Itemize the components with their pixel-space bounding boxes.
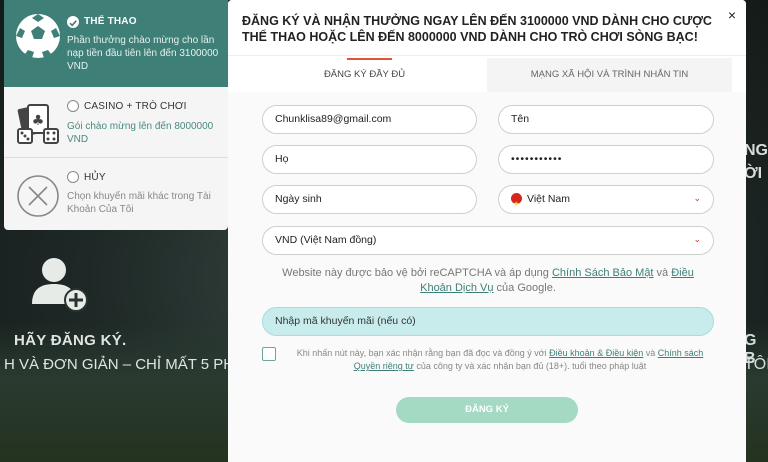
date-of-birth-field[interactable]: Ngày sinh (262, 185, 477, 214)
recaptcha-text: của Google. (493, 282, 556, 294)
promo-description: Chọn khuyến mãi khác trong Tài Khoản Của… (67, 191, 211, 215)
promo-option-casino[interactable]: ♣ CASINO + TRÒ CHƠI Gói chào mừng lên đế… (4, 87, 228, 158)
cancel-icon (17, 175, 59, 217)
terms-text: Khi nhấn nút này, bạn xác nhận rằng bạn … (296, 348, 550, 358)
close-icon[interactable]: × (725, 8, 739, 22)
promo-title: CASINO + TRÒ CHƠI (84, 101, 187, 112)
password-field[interactable]: ••••••••••• (498, 145, 714, 174)
promo-panel: THỂ THAO Phần thưởng chào mừng cho lần n… (4, 0, 228, 230)
tab-label: ĐĂNG KÝ ĐẦY ĐỦ (323, 69, 406, 80)
promo-radio[interactable] (67, 171, 79, 183)
promo-description: Gói chào mừng lên đến 8000000 VND (67, 121, 214, 145)
terms-text: và (643, 348, 658, 358)
last-name-field[interactable]: Họ (262, 145, 477, 174)
registration-tabs: ĐĂNG KÝ ĐẦY ĐỦ MẠNG XÃ HỘI VÀ TRÌNH NHẮN… (242, 58, 732, 92)
active-tab-indicator (347, 58, 392, 60)
registration-form: Chunklisa89@gmail.com Tên Họ •••••••••••… (228, 92, 746, 462)
currency-value: VND (Việt Nam đồng) (275, 234, 377, 246)
country-select[interactable]: Việt Nam ⌄ (498, 185, 714, 218)
promo-title: THỂ THAO (84, 16, 137, 27)
recaptcha-text: và (653, 267, 672, 279)
background-subtitle: H VÀ ĐƠN GIẢN – CHỈ MẤT 5 PHÚT (4, 356, 255, 373)
email-field[interactable]: Chunklisa89@gmail.com (262, 105, 477, 134)
modal-title: ĐĂNG KÝ VÀ NHẬN THƯỞNG NGAY LÊN ĐẾN 3100… (242, 14, 712, 44)
vietnam-flag-icon (511, 191, 522, 218)
promo-title: HỦY (84, 172, 106, 183)
background-right-fragment: NG (744, 142, 768, 159)
first-name-field[interactable]: Tên (498, 105, 714, 134)
terms-conditions-link[interactable]: Điều khoản & Điều kiện (549, 348, 643, 358)
chevron-down-icon: ⌄ (693, 235, 701, 245)
currency-select[interactable]: VND (Việt Nam đồng) ⌄ (262, 226, 714, 255)
tab-social-messenger[interactable]: MẠNG XÃ HỘI VÀ TRÌNH NHẮN TIN (487, 58, 732, 92)
background-right-fragment: TÔI (744, 356, 768, 373)
promo-option-sports[interactable]: THỂ THAO Phần thưởng chào mừng cho lần n… (4, 0, 228, 87)
registration-modal: ĐĂNG KÝ VÀ NHẬN THƯỞNG NGAY LÊN ĐẾN 3100… (228, 0, 746, 462)
modal-header: ĐĂNG KÝ VÀ NHẬN THƯỞNG NGAY LÊN ĐẾN 3100… (228, 0, 746, 56)
promo-description: Phần thưởng chào mừng cho lần nạp tiền đ… (67, 35, 219, 72)
cards-dice-icon: ♣ (17, 104, 59, 144)
svg-text:♣: ♣ (32, 113, 45, 129)
promo-option-cancel[interactable]: HỦY Chọn khuyến mãi khác trong Tài Khoản… (4, 158, 228, 230)
soccer-ball-icon (16, 14, 60, 58)
register-button[interactable]: ĐĂNG KÝ (396, 397, 578, 423)
promo-code-field[interactable]: Nhập mã khuyến mãi (nếu có) (262, 307, 714, 336)
chevron-down-icon: ⌄ (693, 194, 701, 204)
country-value: Việt Nam (527, 193, 570, 205)
add-user-icon (32, 258, 88, 312)
recaptcha-notice: Website này được bảo vệ bởi reCAPTCHA và… (268, 266, 708, 296)
privacy-policy-link[interactable]: Chính Sách Bảo Mật (552, 267, 654, 279)
background-title: HÃY ĐĂNG KÝ. (14, 332, 127, 349)
promo-selected-check-icon (67, 16, 79, 28)
tab-full-registration[interactable]: ĐĂNG KÝ ĐẦY ĐỦ (242, 58, 487, 92)
background-right-fragment: ỜI (744, 165, 763, 182)
recaptcha-text: Website này được bảo vệ bởi reCAPTCHA và… (282, 267, 552, 279)
terms-text: của công ty và xác nhận bạn đủ (18+). tu… (413, 361, 647, 371)
terms-notice: Khi nhấn nút này, bạn xác nhận rằng bạn … (290, 347, 710, 373)
terms-checkbox[interactable] (262, 347, 276, 361)
promo-radio[interactable] (67, 100, 79, 112)
